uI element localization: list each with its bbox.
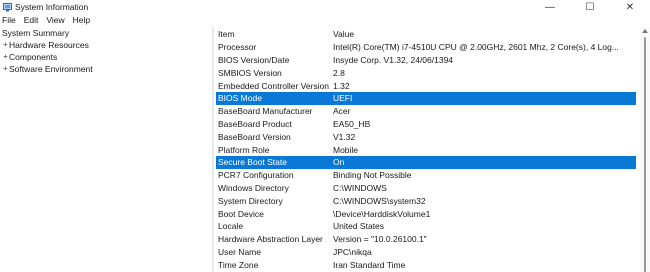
row-value-cell: \Device\HarddiskVolume1 [333,208,431,219]
title-bar: System Information — ☐ ✕ [0,0,650,14]
tree-item-software-environment[interactable]: + Software Environment [0,63,212,75]
row-item-cell: Windows Directory [218,182,289,193]
scroll-up-arrow-icon[interactable] [642,29,648,33]
menu-help[interactable]: Help [73,15,90,25]
row-value-cell: EA50_HB [333,118,371,129]
table-row[interactable]: BaseBoard Version V1.32 [216,130,636,143]
row-value-cell: Insyde Corp. V1.32, 24/06/1394 [333,54,454,65]
table-row[interactable]: Boot Device \Device\HarddiskVolume1 [216,207,636,220]
row-item-cell: BaseBoard Manufacturer [218,106,313,117]
row-value-cell: Mobile [333,144,359,155]
tree-item-label: Components [9,52,58,62]
system-information-app-icon [2,2,12,12]
expand-plus-icon[interactable]: + [2,39,9,51]
row-item-cell: PCR7 Configuration [218,170,294,181]
system-information-window: System Information — ☐ ✕ File Edit View … [0,0,650,272]
row-item-cell: Boot Device [218,208,264,219]
menu-bar: File Edit View Help [0,14,650,26]
tree-item-system-summary[interactable]: System Summary [0,27,212,39]
table-row[interactable]: Secure Boot State On [216,155,636,169]
table-row[interactable]: Time Zone Iran Standard Time [216,258,636,271]
table-row[interactable]: Platform Role Mobile [216,143,636,156]
table-row[interactable]: SMBIOS Version 2.8 [216,66,636,79]
table-row[interactable]: BIOS Mode UEFI [216,91,636,105]
table-row[interactable]: BaseBoard Manufacturer Acer [216,105,636,118]
menu-edit[interactable]: Edit [24,15,39,25]
row-value-cell: Iran Standard Time [333,259,406,270]
table-row[interactable]: BIOS Version/Date Insyde Corp. V1.32, 24/… [216,54,636,67]
details-list: Item Value Processor Intel(R) Core(TM) i7… [216,28,636,272]
table-row[interactable]: Embedded Controller Version 1.32 [216,79,636,92]
table-row[interactable]: BaseBoard Product EA50_HB [216,118,636,131]
table-row[interactable]: Locale United States [216,220,636,233]
row-item-cell: User Name [218,246,261,257]
tree-item-label: System Summary [2,28,70,38]
row-item-cell: System Directory [218,195,283,206]
vertical-scrollbar[interactable] [640,27,650,272]
row-value-cell: United States [333,221,385,232]
category-tree: System Summary + Hardware Resources + Co… [0,27,212,272]
maximize-button[interactable]: ☐ [570,0,610,14]
row-value-cell: 1.32 [333,80,350,91]
table-row[interactable]: Processor Intel(R) Core(TM) i7-4510U CPU … [216,41,636,54]
expand-plus-icon[interactable]: + [2,51,9,63]
row-value-cell: JPC\nikqa [333,246,372,257]
row-item-cell: BaseBoard Product [218,118,292,129]
table-row[interactable]: Windows Directory C:\WINDOWS [216,182,636,195]
row-value-cell: Binding Not Possible [333,170,412,181]
row-value-cell: UEFI [333,93,353,104]
minimize-button[interactable]: — [530,0,570,14]
tree-item-components[interactable]: + Components [0,51,212,63]
row-item-cell: SMBIOS Version [218,67,282,78]
tree-item-label: Hardware Resources [9,40,89,50]
row-value-cell: Version = "10.0.26100.1" [333,234,427,245]
menu-file[interactable]: File [2,15,16,25]
window-title: System Information [15,2,89,12]
row-item-cell: Embedded Controller Version [218,80,330,91]
row-value-cell: Acer [333,106,351,117]
row-value-cell: 2.8 [333,67,345,78]
table-row[interactable]: Hardware Abstraction Layer Version = "10.… [216,233,636,246]
menu-view[interactable]: View [46,15,64,25]
row-item-cell: BaseBoard Version [218,131,291,142]
row-value-cell: C:\WINDOWS\system32 [333,195,426,206]
row-item-cell: Time Zone [218,259,259,270]
row-value-cell: C:\WINDOWS [333,182,387,193]
row-item-cell: Processor [218,42,257,53]
column-header-row: Item Value [216,28,636,41]
row-item-cell: Locale [218,221,244,232]
scrollbar-thumb[interactable] [644,37,646,272]
table-row[interactable]: System Directory C:\WINDOWS\system32 [216,194,636,207]
close-button[interactable]: ✕ [610,0,650,14]
row-value-cell: On [333,157,345,168]
column-header-value[interactable]: Value [333,29,636,39]
table-row[interactable]: User Name JPC\nikqa [216,246,636,259]
row-item-cell: Secure Boot State [218,157,287,168]
row-item-cell: BIOS Version/Date [218,54,290,65]
column-header-item[interactable]: Item [216,29,333,39]
pane-splitter[interactable] [212,27,214,272]
expand-plus-icon[interactable]: + [2,63,9,75]
table-row[interactable]: PCR7 Configuration Binding Not Possible [216,169,636,182]
row-value-cell: Intel(R) Core(TM) i7-4510U CPU @ 2.00GHz… [333,42,619,53]
window-controls: — ☐ ✕ [530,0,650,14]
row-item-cell: Platform Role [218,144,270,155]
row-item-cell: BIOS Mode [218,93,262,104]
row-item-cell: Hardware Abstraction Layer [218,234,323,245]
tree-item-hardware-resources[interactable]: + Hardware Resources [0,39,212,51]
row-value-cell: V1.32 [333,131,356,142]
tree-item-label: Software Environment [9,64,93,74]
detail-rows: Processor Intel(R) Core(TM) i7-4510U CPU … [216,41,636,271]
